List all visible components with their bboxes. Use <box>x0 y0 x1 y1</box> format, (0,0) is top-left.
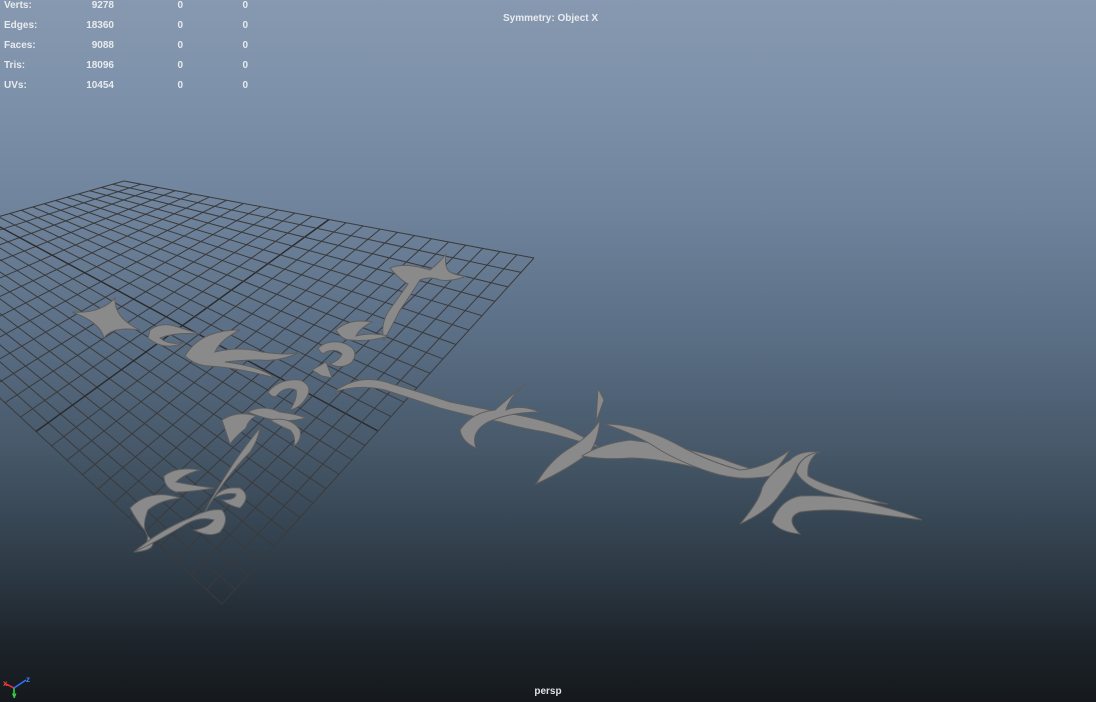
grid-line <box>0 298 301 518</box>
axis-z-label: z <box>26 675 30 684</box>
hud-label: UVs: <box>4 80 27 91</box>
hud-row: Verts: 9278 0 0 <box>0 0 260 16</box>
ground-grid <box>0 180 535 605</box>
hud-total-value: 9278 <box>91 0 114 11</box>
mesh-part <box>184 329 301 379</box>
hud-row: Edges: 18360 0 0 <box>0 16 260 36</box>
grid-line <box>112 183 522 273</box>
grid-line <box>0 206 261 360</box>
perspective-viewport[interactable]: Verts: 9278 0 0 Edges: 18360 0 0 Faces: 9088 0 0 Tri… <box>0 0 1096 702</box>
grid-line <box>78 193 483 317</box>
mesh-part <box>335 320 390 341</box>
hud-component-value: 0 <box>242 40 248 51</box>
mesh-part <box>71 296 141 340</box>
hud-component-value: 0 <box>242 60 248 71</box>
mesh-part <box>595 386 605 423</box>
hud-selected-value: 0 <box>177 20 183 31</box>
camera-label: persp <box>534 686 562 697</box>
symmetry-status: Symmetry: Object X <box>503 13 599 24</box>
hud-component-value: 0 <box>242 20 248 31</box>
hud-label: Tris: <box>4 60 26 71</box>
hud-label: Verts: <box>4 0 32 11</box>
grid-line <box>190 251 501 576</box>
grid-line <box>123 180 535 259</box>
hud-total-value: 9088 <box>91 40 114 51</box>
hud-component-value: 0 <box>242 80 248 91</box>
mesh-part <box>147 324 201 347</box>
hud-selected-value: 0 <box>177 40 183 51</box>
hud-label: Faces: <box>4 40 36 51</box>
grid-line <box>9 213 405 403</box>
mesh-part <box>311 361 333 379</box>
hud-row: Tris: 18096 0 0 <box>0 56 260 76</box>
mesh-part <box>268 418 301 448</box>
hud-label: Edges: <box>4 20 38 31</box>
hud-selected-value: 0 <box>177 80 183 91</box>
mesh-part <box>129 494 181 553</box>
grid-line <box>0 216 392 418</box>
hud-total-value: 18360 <box>86 20 114 31</box>
hud-selected-value: 0 <box>177 60 183 71</box>
hud-total-value: 10454 <box>86 80 114 91</box>
scene-view[interactable] <box>0 0 1096 702</box>
hud-selected-value: 0 <box>177 0 183 11</box>
grid-line <box>89 190 496 302</box>
hud-row: UVs: 10454 0 0 <box>0 76 260 96</box>
hud-total-value: 18096 <box>86 60 114 71</box>
hud-row: Faces: 9088 0 0 <box>0 36 260 56</box>
poly-count-hud: Verts: 9278 0 0 Edges: 18360 0 0 Faces: 9088 0 0 Tri… <box>0 0 260 96</box>
mesh-part <box>771 495 923 535</box>
hud-component-value: 0 <box>242 0 248 11</box>
